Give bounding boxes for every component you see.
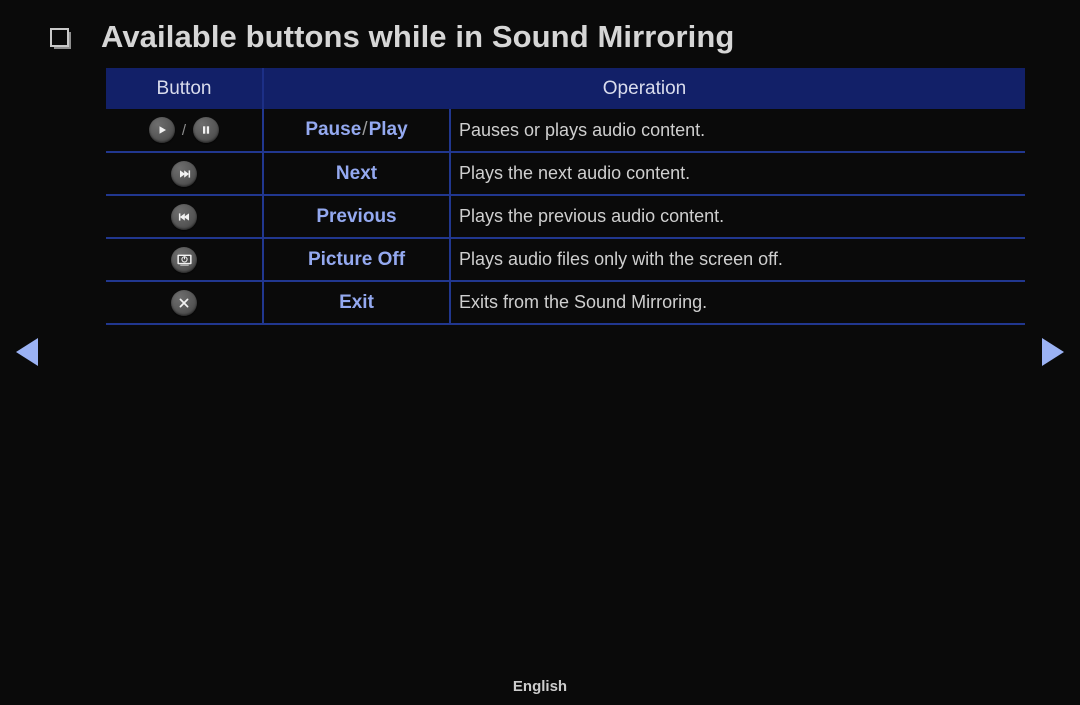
button-label-cell: Exit — [263, 281, 451, 325]
label-pause: Pause — [305, 119, 362, 140]
next-track-icon — [171, 160, 197, 187]
label-play: Play — [368, 119, 408, 140]
arrow-left-icon[interactable] — [16, 338, 38, 366]
button-icon-cell — [106, 195, 264, 239]
operation-cell: Plays the previous audio content. — [450, 195, 1026, 239]
exit-icon — [171, 289, 197, 316]
key-group — [106, 160, 262, 187]
button-icon-cell — [106, 281, 264, 325]
page-title-row: Available buttons while in Sound Mirrori… — [50, 14, 734, 60]
operation-cell: Plays audio files only with the screen o… — [450, 238, 1026, 282]
key-group: / — [106, 117, 262, 143]
previous-track-icon — [171, 203, 197, 230]
available-buttons-table: Button Operation / Pause/Play Pauses or … — [106, 68, 1026, 325]
square-bullet-icon — [50, 27, 69, 47]
table-body: / Pause/Play Pauses or plays audio conte… — [106, 109, 1026, 325]
play-icon — [148, 117, 175, 143]
pause-icon — [193, 117, 220, 143]
button-label-cell: Next — [263, 152, 451, 196]
button-icon-cell: / — [106, 109, 264, 153]
picture-off-icon — [171, 246, 197, 273]
icon-separator: / — [181, 121, 187, 139]
button-icon-cell — [106, 152, 264, 196]
button-label-cell: Previous — [263, 195, 451, 239]
footer-language-label: English — [512, 678, 568, 695]
button-label-cell: Picture Off — [263, 238, 451, 282]
table-row: Exit Exits from the Sound Mirroring. — [106, 281, 1026, 325]
operation-cell: Plays the next audio content. — [450, 152, 1026, 196]
operation-cell: Pauses or plays audio content. — [450, 109, 1026, 153]
table-row: Previous Plays the previous audio conten… — [106, 195, 1026, 239]
table-row: / Pause/Play Pauses or plays audio conte… — [106, 109, 1026, 153]
label-separator: / — [362, 119, 368, 140]
key-group — [106, 246, 262, 273]
column-header-button: Button — [106, 68, 264, 109]
arrow-right-icon[interactable] — [1042, 338, 1064, 366]
table-row: Next Plays the next audio content. — [106, 152, 1026, 196]
operation-cell: Exits from the Sound Mirroring. — [450, 281, 1026, 325]
key-group — [106, 203, 262, 230]
table-header-row: Button Operation — [106, 68, 1026, 109]
table-header: Button Operation — [106, 68, 1026, 109]
page-title: Available buttons while in Sound Mirrori… — [101, 19, 735, 54]
key-group — [106, 289, 262, 316]
button-label-cell: Pause/Play — [263, 109, 451, 153]
table-row: Picture Off Plays audio files only with … — [106, 238, 1026, 282]
column-header-operation: Operation — [263, 68, 1026, 109]
button-icon-cell — [106, 238, 264, 282]
